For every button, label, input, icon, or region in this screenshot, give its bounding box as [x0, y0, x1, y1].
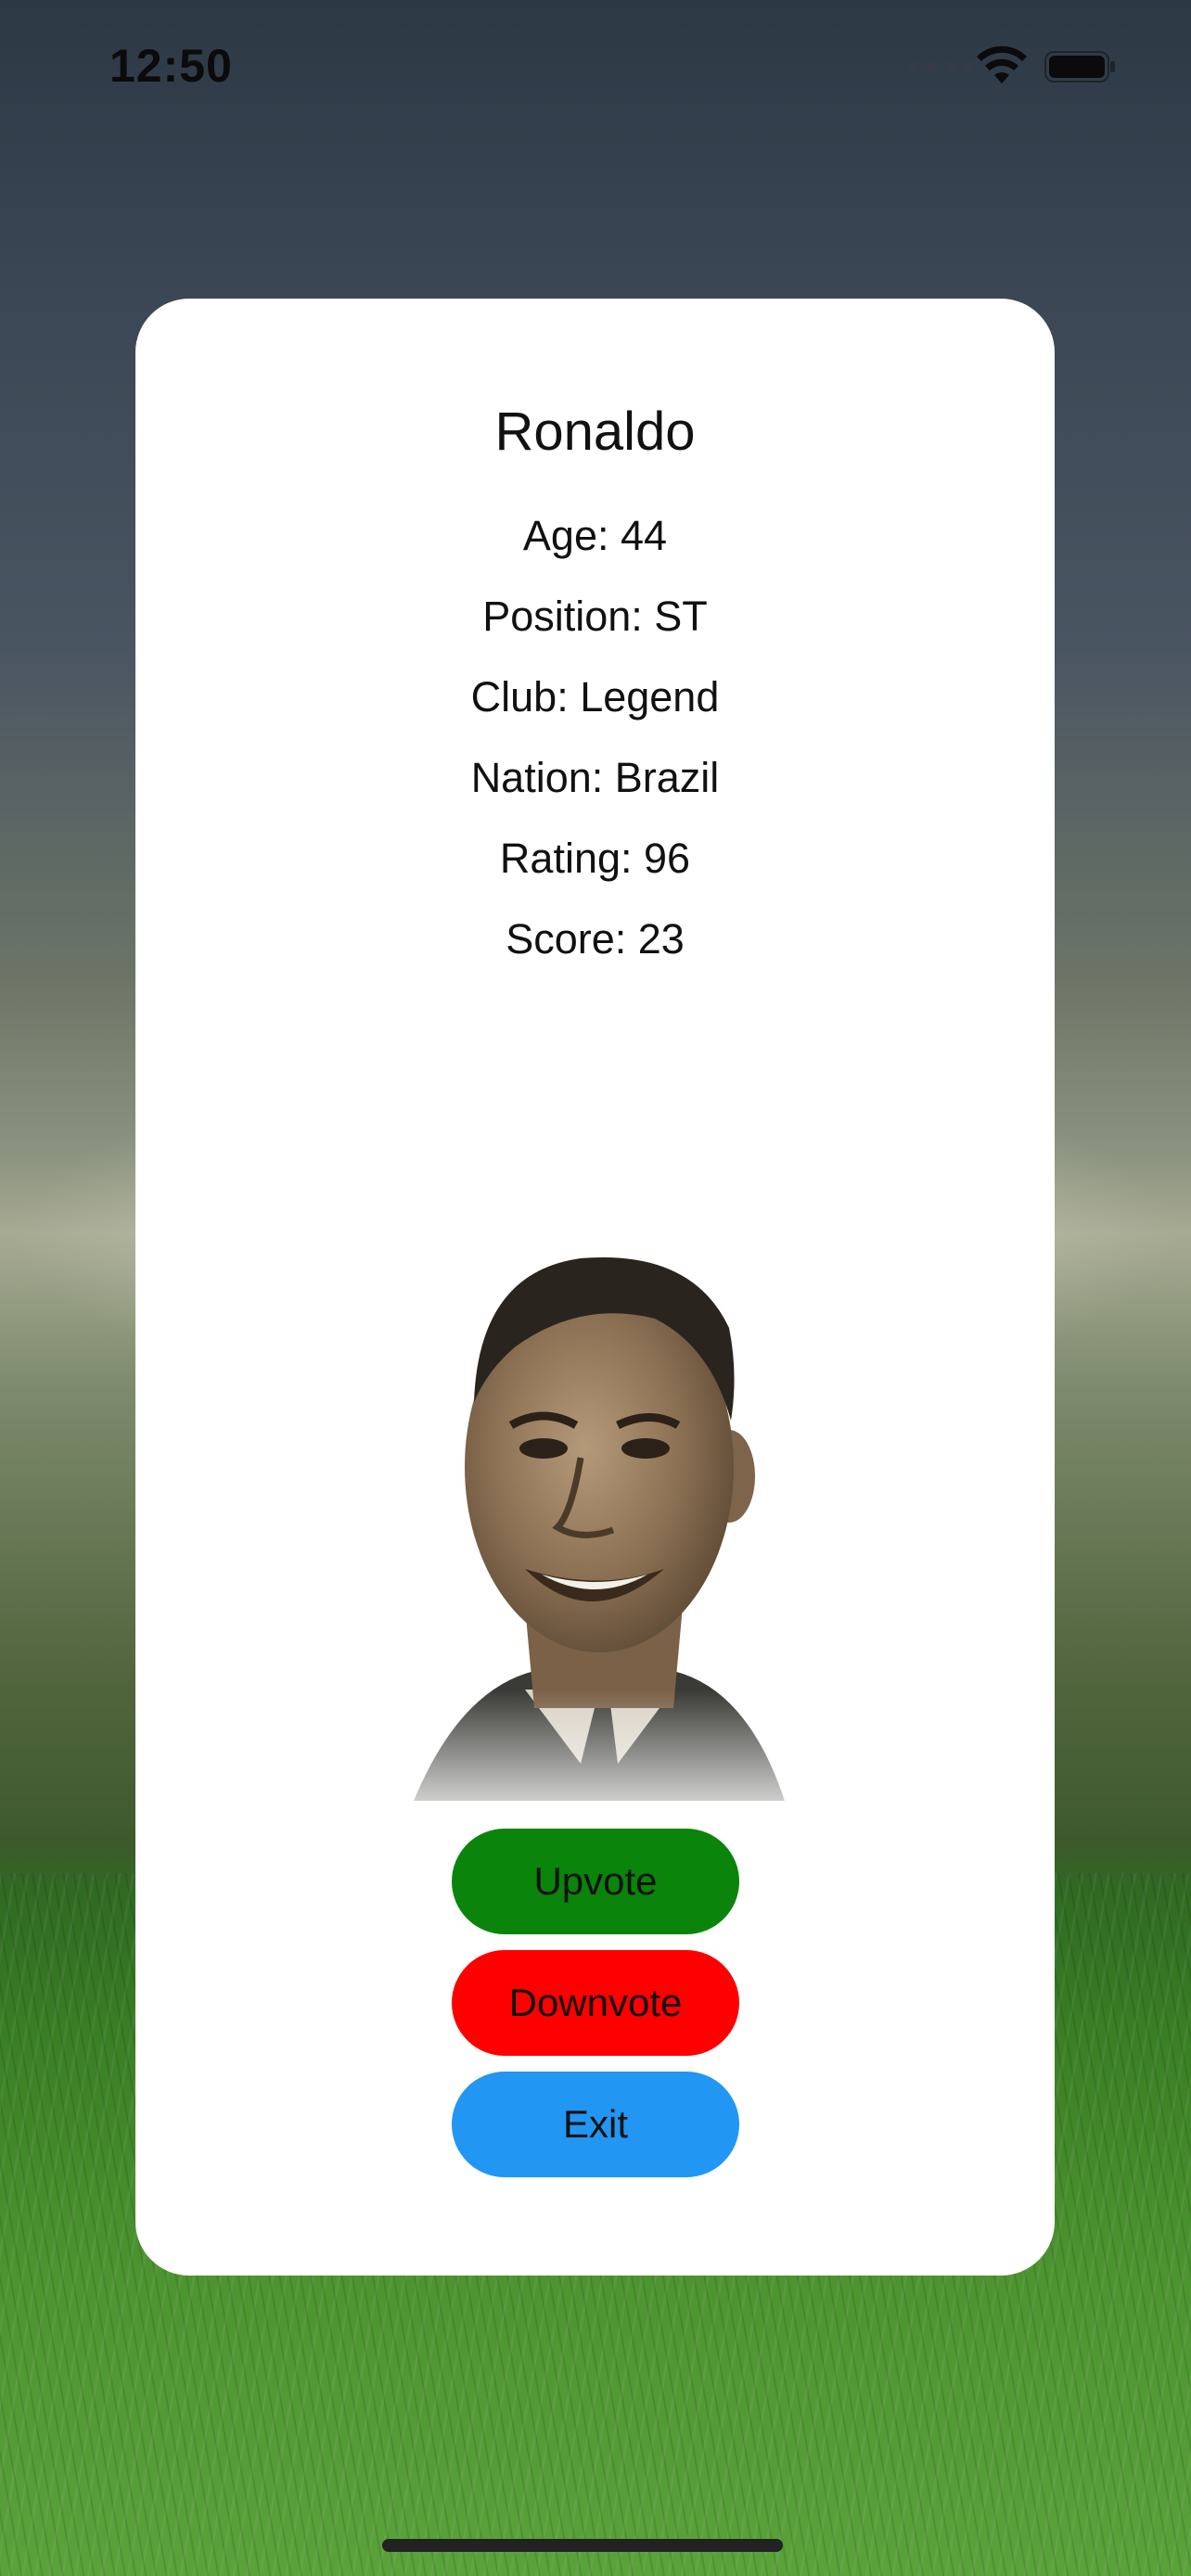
exit-button[interactable]: Exit: [452, 2072, 739, 2177]
player-score: Score: 23: [506, 915, 685, 963]
downvote-button[interactable]: Downvote: [452, 1950, 739, 2056]
status-bar: 12:50: [0, 0, 1191, 130]
status-time: 12:50: [109, 40, 233, 92]
player-name: Ronaldo: [494, 402, 696, 462]
player-portrait: [302, 1256, 896, 1838]
player-club: Club: Legend: [470, 673, 720, 721]
player-card: Ronaldo Age: 44 Position: ST Club: Legen…: [135, 299, 1055, 2276]
battery-icon: [1044, 51, 1115, 83]
upvote-button[interactable]: Upvote: [452, 1829, 739, 1934]
player-rating: Rating: 96: [499, 835, 691, 882]
cellular-dots-icon: [909, 61, 974, 70]
player-position: Position: ST: [482, 593, 708, 640]
player-age: Age: 44: [522, 512, 668, 559]
wifi-icon: [977, 46, 1027, 83]
home-indicator[interactable]: [382, 2539, 783, 2552]
player-nation: Nation: Brazil: [470, 754, 720, 801]
